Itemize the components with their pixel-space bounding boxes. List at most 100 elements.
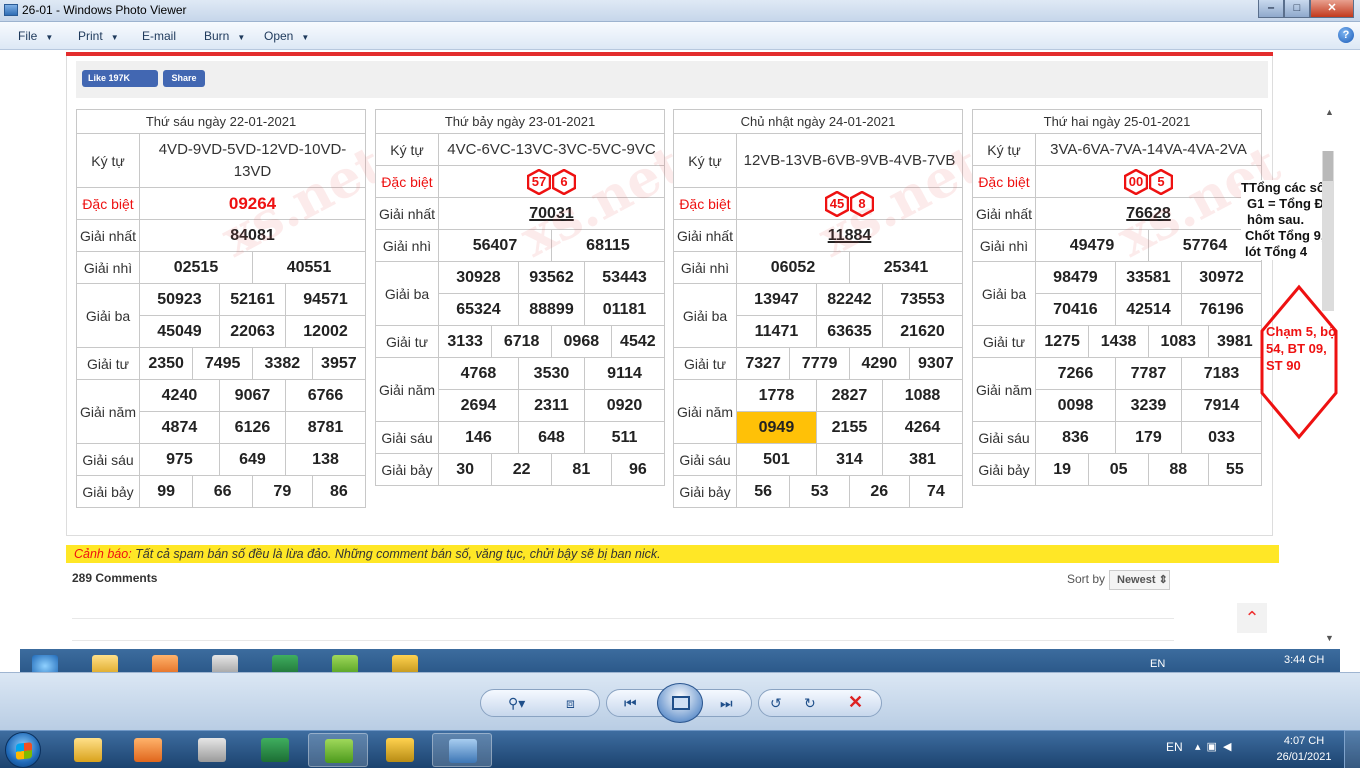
zoom-group bbox=[480, 689, 600, 717]
taskbar-excel[interactable] bbox=[245, 733, 305, 767]
hexagon-mark-icon: 8 bbox=[850, 190, 874, 217]
menu-email[interactable]: E-mail bbox=[142, 29, 176, 43]
note-line: lót Tổng 4 bbox=[1245, 244, 1308, 259]
value-cell: 9307 bbox=[908, 347, 964, 380]
menu-open[interactable]: Open ▼ bbox=[264, 29, 309, 43]
value-cell: 30972 bbox=[1181, 261, 1262, 294]
value-cell: 22063 bbox=[218, 315, 287, 348]
fb-share-button[interactable]: Share bbox=[163, 70, 205, 87]
warning-text: Tất cả spam bán số đều là lừa đảo. Những… bbox=[131, 547, 661, 561]
scrollbar[interactable] bbox=[1322, 151, 1334, 311]
media-player-icon bbox=[134, 738, 162, 762]
divider bbox=[72, 618, 1174, 619]
network-icon[interactable]: ▣ bbox=[1207, 741, 1223, 753]
browser-icon bbox=[325, 739, 353, 763]
value-cell: 82242 bbox=[815, 283, 884, 316]
menu-email-label: E-mail bbox=[142, 29, 177, 43]
value-cell: 68115 bbox=[550, 229, 666, 262]
maximize-button[interactable]: □ bbox=[1284, 0, 1310, 18]
taskbar-webcam[interactable] bbox=[370, 733, 430, 767]
row-label-ba: Giải ba bbox=[673, 283, 737, 348]
menu-open-label: Open bbox=[264, 29, 294, 43]
chevron-down-icon: ▼ bbox=[301, 33, 310, 42]
value-cell: 98479 bbox=[1035, 261, 1116, 294]
first-prize: 76628 bbox=[1035, 197, 1262, 230]
sort-select[interactable]: Newest ⇕ bbox=[1109, 570, 1170, 590]
results-table-1: Thứ bảy ngày 23-01-2021 Ký tự 4VC-6VC-13VC… bbox=[375, 109, 666, 486]
start-button[interactable] bbox=[5, 732, 41, 768]
value-cell: 49479 bbox=[1035, 229, 1149, 262]
value-cell: 06052 bbox=[736, 251, 850, 284]
minimize-button[interactable]: ‒ bbox=[1258, 0, 1284, 18]
slideshow-icon bbox=[672, 696, 690, 710]
chevron-down-icon: ▼ bbox=[237, 33, 246, 42]
close-button[interactable]: ✕ bbox=[1310, 0, 1354, 18]
value-cell: 22 bbox=[491, 453, 552, 486]
help-icon[interactable]: ? bbox=[1338, 27, 1354, 43]
special-prize-digits: 45 bbox=[829, 195, 845, 211]
value-cell: 1778 bbox=[736, 379, 817, 412]
special-prize-digits: 6 bbox=[560, 173, 568, 189]
value-cell: 96 bbox=[610, 453, 666, 486]
row-label-nhi: Giải nhì bbox=[375, 229, 439, 262]
value-cell: 02515 bbox=[139, 251, 253, 284]
value-cell: 146 bbox=[438, 421, 519, 454]
rotate-left-icon[interactable]: ↺ bbox=[770, 695, 782, 712]
actual-size-icon[interactable]: ⧈ bbox=[566, 695, 575, 712]
row-label-sau: Giải sáu bbox=[673, 443, 737, 476]
scroll-top-chevron-up-icon[interactable]: ⌃ bbox=[1237, 603, 1267, 633]
menu-burn[interactable]: Burn ▼ bbox=[204, 29, 245, 43]
special-prize: 09264 bbox=[139, 187, 366, 220]
value-cell: 4874 bbox=[139, 411, 220, 444]
scroll-up-icon[interactable]: ▲ bbox=[1325, 107, 1334, 117]
scroll-down-icon[interactable]: ▼ bbox=[1325, 633, 1334, 643]
value-cell: 6718 bbox=[491, 325, 552, 358]
value-cell: 19 bbox=[1034, 453, 1090, 486]
hexagon-mark-icon: 00 bbox=[1124, 168, 1148, 195]
value-cell: 138 bbox=[285, 443, 366, 476]
rotate-right-icon[interactable]: ↻ bbox=[804, 695, 816, 712]
photo-viewer-icon bbox=[449, 739, 477, 763]
menu-print[interactable]: Print ▼ bbox=[78, 29, 119, 43]
webcam-icon bbox=[386, 738, 414, 762]
value-cell: 501 bbox=[736, 443, 817, 476]
fb-like-button[interactable]: Like 197K bbox=[82, 70, 158, 87]
clock-date: 26/01/2021 bbox=[1276, 751, 1332, 763]
value-cell: 42514 bbox=[1114, 293, 1183, 326]
taskbar-explorer[interactable] bbox=[58, 733, 118, 767]
scrollbar-thumb[interactable] bbox=[1323, 151, 1333, 181]
viewer-controls: ⚲▾ ⧈ ⏮ ⏭ ↺ ↻ ✕ bbox=[0, 672, 1360, 730]
previous-icon[interactable]: ⏮ bbox=[624, 695, 637, 712]
taskbar-calculator[interactable] bbox=[182, 733, 242, 767]
value-cell: 6766 bbox=[285, 379, 366, 412]
value-cell: 836 bbox=[1035, 421, 1116, 454]
language-indicator[interactable]: EN bbox=[1166, 740, 1183, 754]
value-cell: 40551 bbox=[251, 251, 367, 284]
taskbar-browser[interactable] bbox=[308, 733, 368, 767]
clock[interactable]: 4:07 CH 26/01/2021 bbox=[1272, 733, 1336, 765]
note-line: hôm sau. bbox=[1247, 212, 1305, 227]
value-cell: 26 bbox=[848, 475, 910, 508]
next-icon[interactable]: ⏭ bbox=[720, 695, 733, 712]
zoom-icon[interactable]: ⚲▾ bbox=[508, 695, 525, 712]
taskbar-media-player[interactable] bbox=[118, 733, 178, 767]
value-cell: 2311 bbox=[517, 389, 586, 422]
value-cell: 7914 bbox=[1181, 389, 1262, 422]
slideshow-button[interactable] bbox=[657, 683, 703, 723]
show-desktop-button[interactable] bbox=[1344, 730, 1360, 768]
value-cell: 4290 bbox=[848, 347, 910, 380]
value-cell: 2694 bbox=[438, 389, 519, 422]
delete-icon[interactable]: ✕ bbox=[848, 692, 863, 713]
taskbar-photo-viewer[interactable] bbox=[432, 733, 492, 767]
symbol-codes: 12VB-13VB-6VB-9VB-4VB-7VB bbox=[736, 133, 963, 188]
symbol-codes: 4VD-9VD-5VD-12VD-10VD-13VD bbox=[139, 133, 366, 188]
note-line: Chạm 5, bộ bbox=[1266, 324, 1337, 339]
inner-language-indicator: EN bbox=[1150, 658, 1166, 670]
volume-icon[interactable]: ◀ bbox=[1223, 741, 1237, 753]
row-label-bay: Giải bảy bbox=[673, 475, 737, 508]
menu-file[interactable]: File ▼ bbox=[18, 29, 53, 43]
tray-icons[interactable]: ▴▣◀ bbox=[1195, 740, 1237, 753]
note-line: ST 90 bbox=[1266, 358, 1301, 373]
value-cell: 94571 bbox=[285, 283, 366, 316]
show-hidden-icon[interactable]: ▴ bbox=[1195, 741, 1207, 753]
